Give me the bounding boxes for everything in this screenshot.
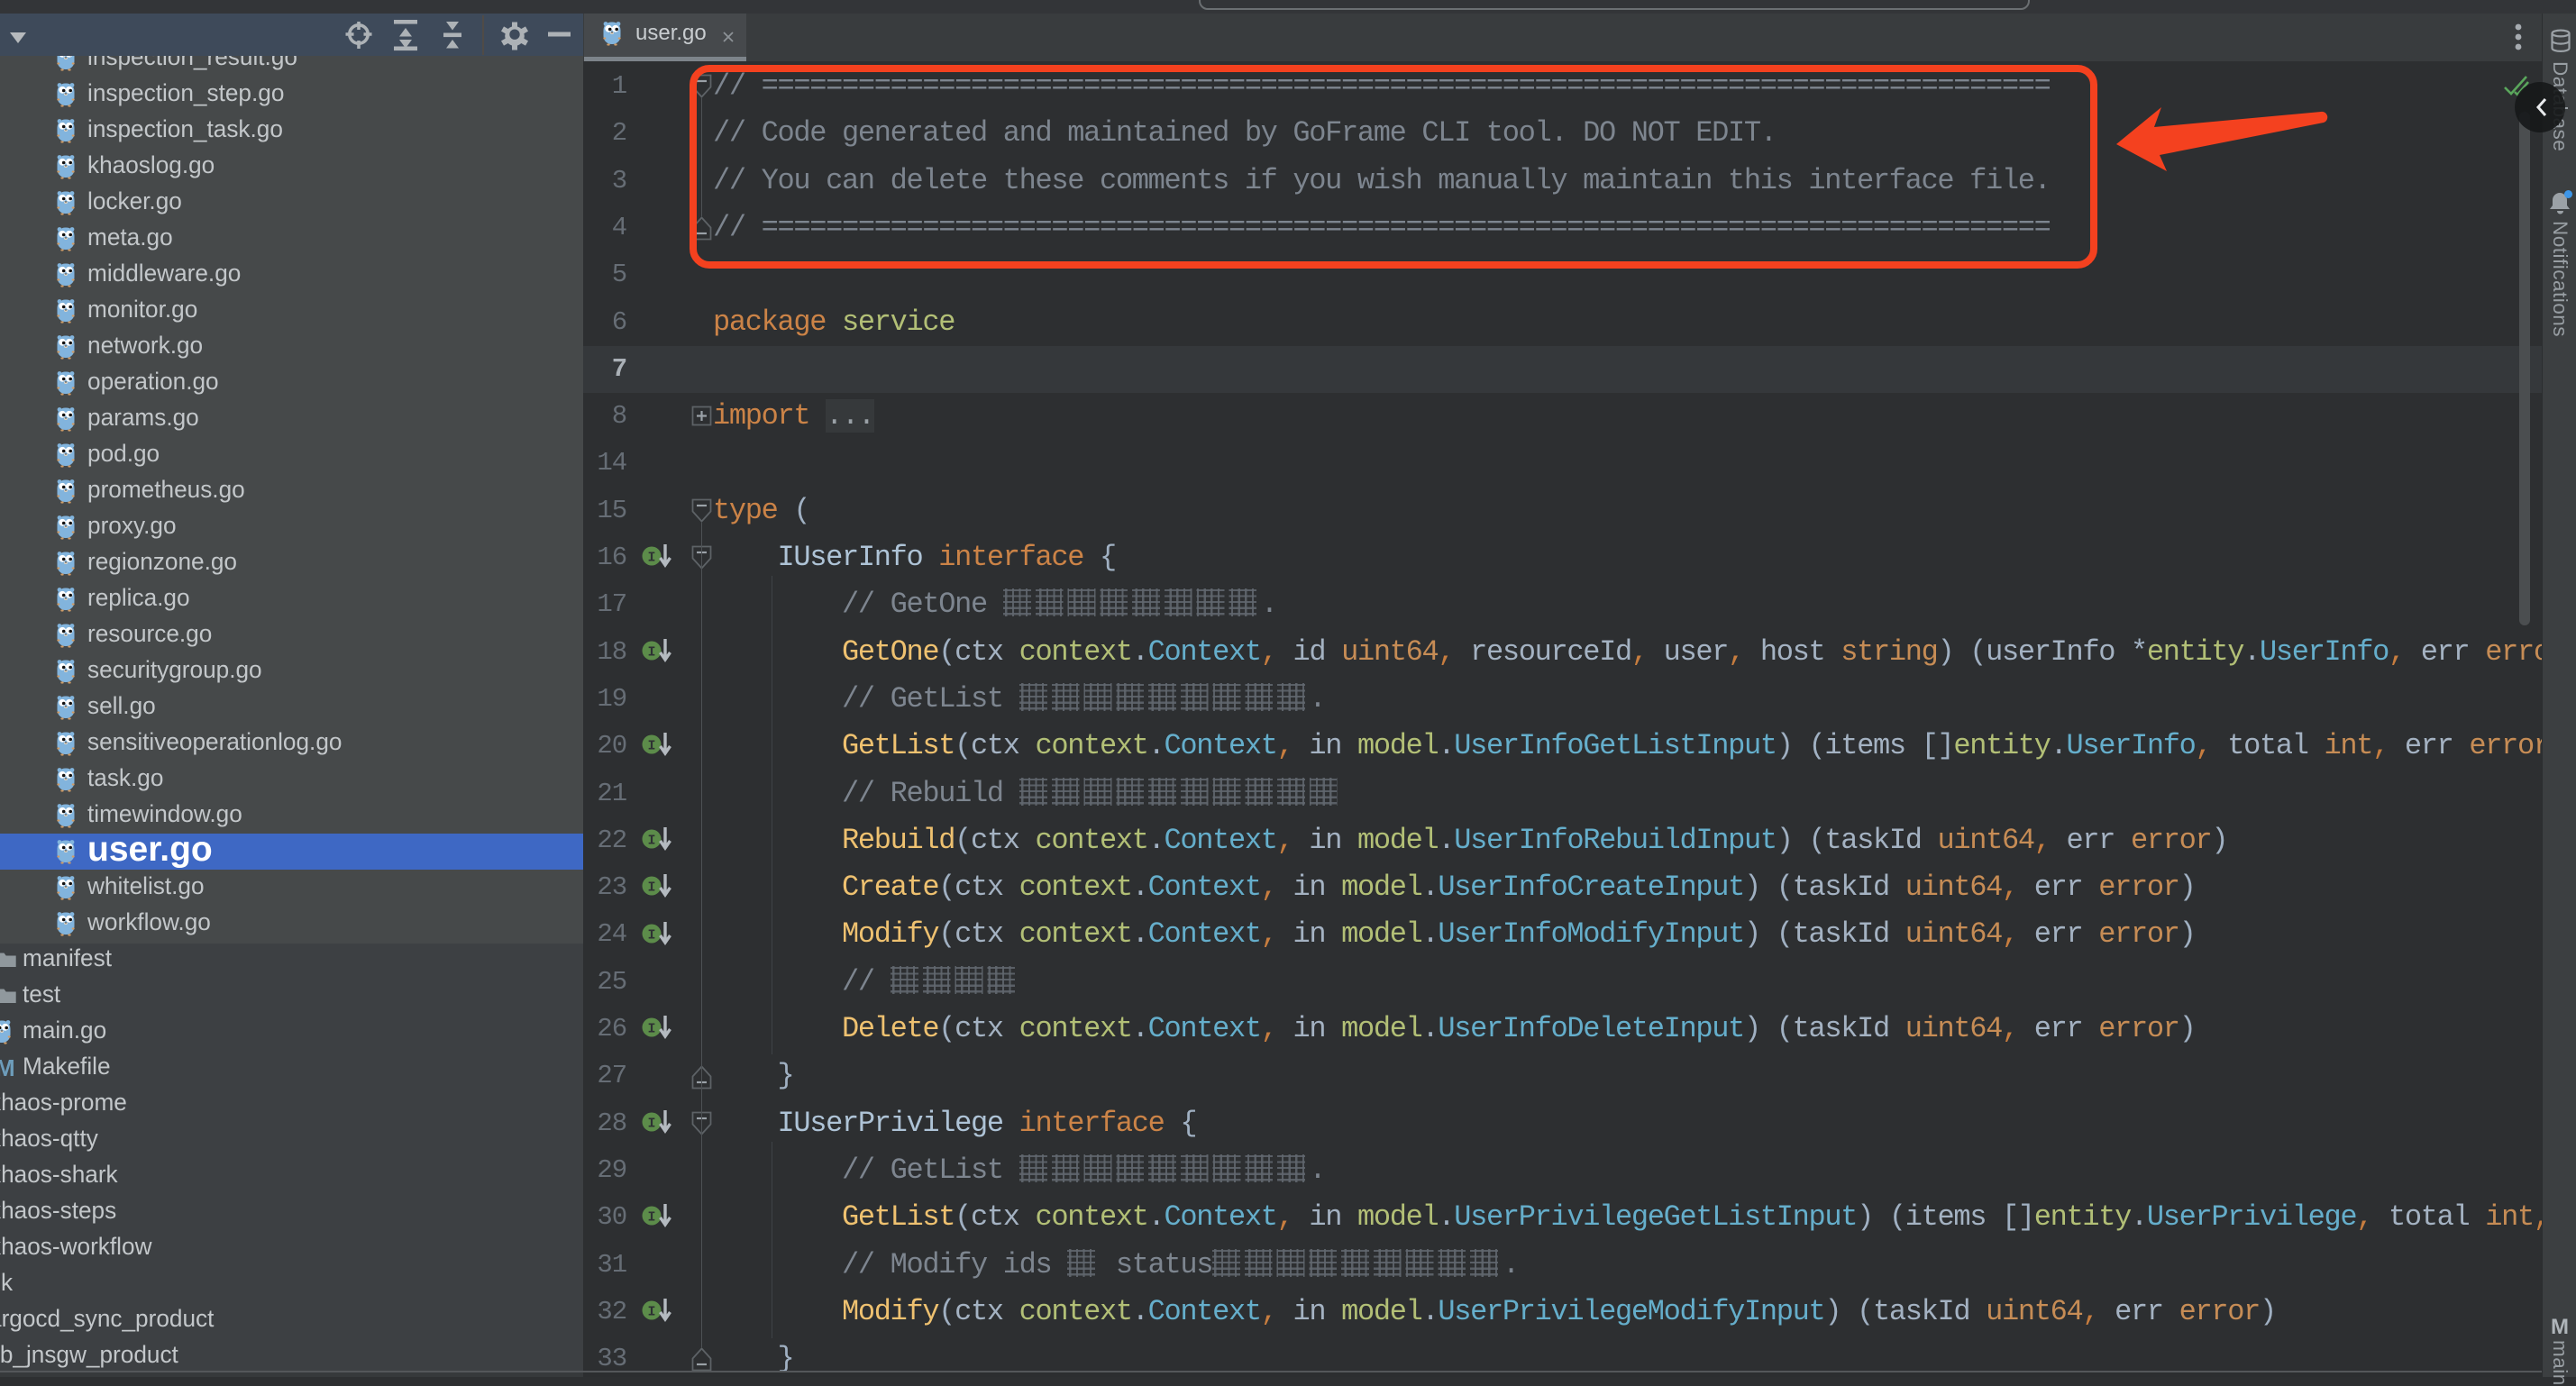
svg-text:I: I: [647, 1116, 655, 1131]
svg-text:I: I: [647, 644, 655, 660]
svg-text:I: I: [647, 1305, 655, 1320]
svg-text:I: I: [647, 880, 655, 896]
svg-text:I: I: [647, 1210, 655, 1226]
svg-text:I: I: [647, 551, 655, 566]
svg-text:I: I: [647, 1022, 655, 1037]
svg-text:I: I: [647, 927, 655, 943]
svg-text:I: I: [647, 739, 655, 754]
svg-text:I: I: [647, 833, 655, 848]
